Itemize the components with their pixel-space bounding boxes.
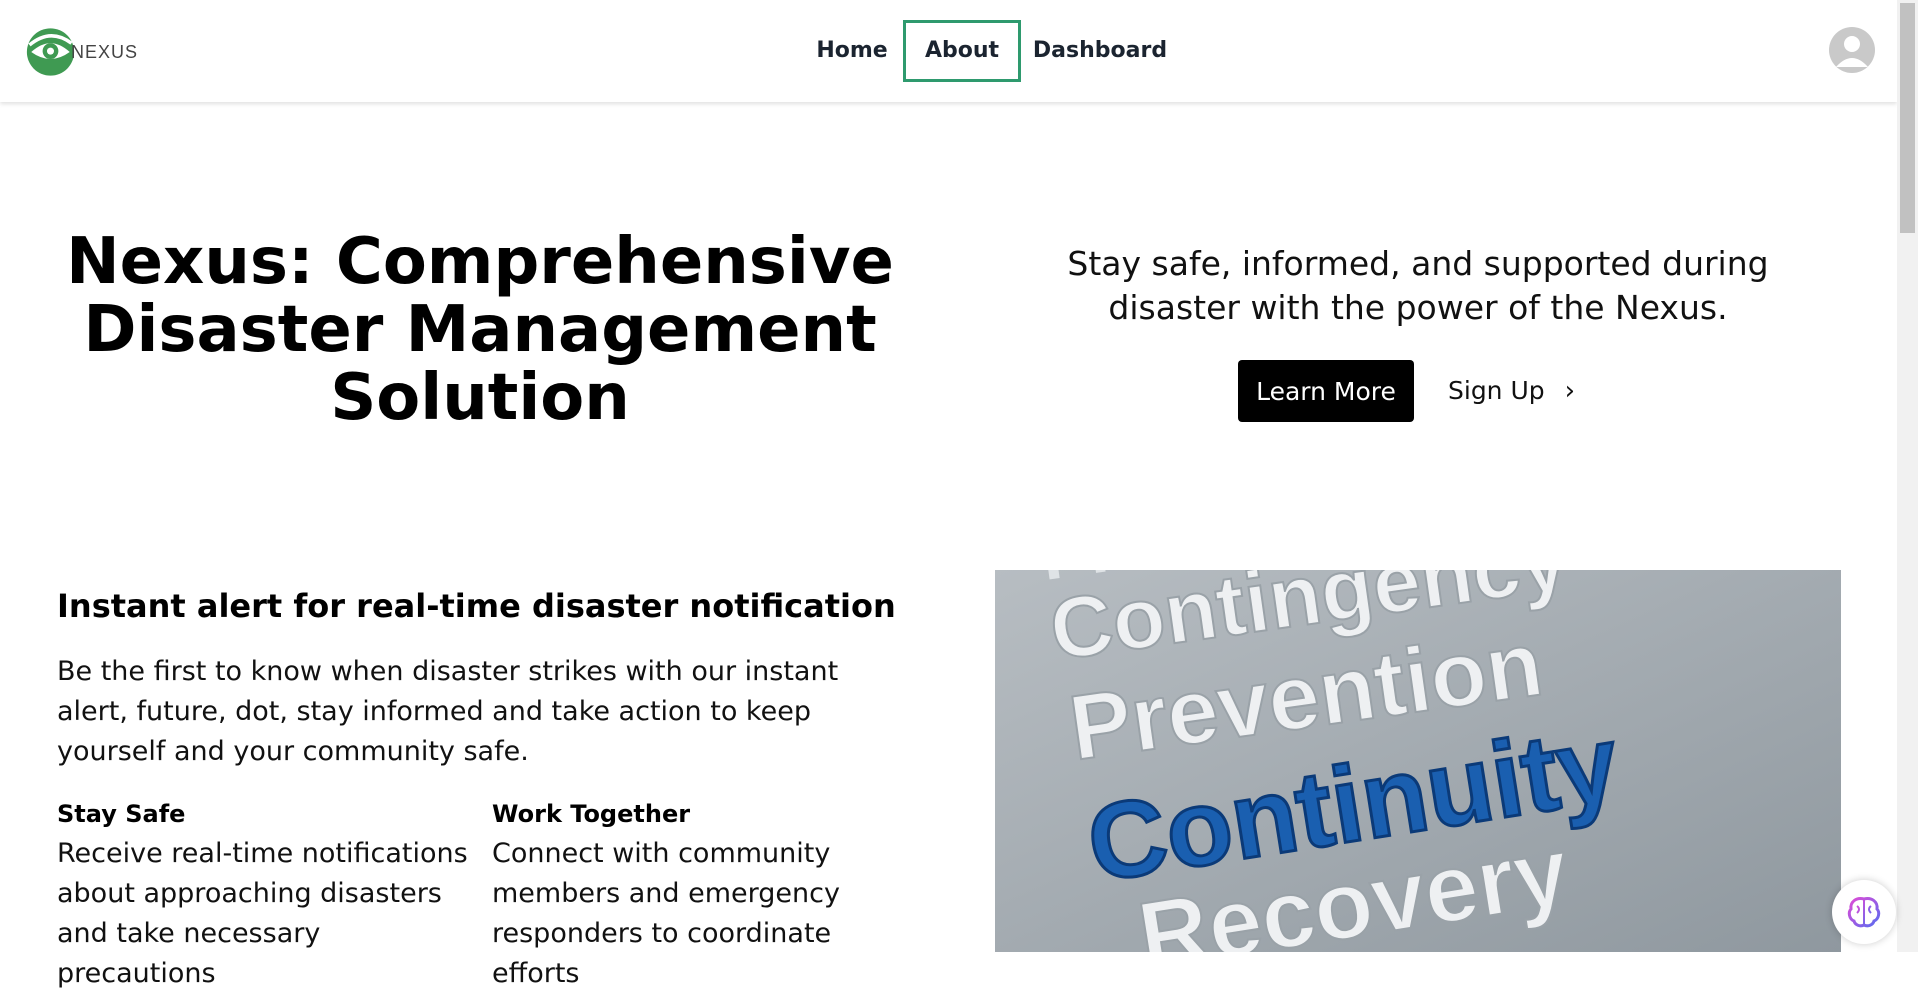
- brain-icon: [1847, 897, 1881, 928]
- column-title: Stay Safe: [57, 800, 186, 828]
- vertical-scrollbar[interactable]: [1897, 0, 1918, 952]
- nav-dashboard[interactable]: Dashboard: [1030, 20, 1170, 82]
- word-cloud-graphic: Planning Contingency Prevention Continui…: [995, 570, 1841, 952]
- sign-up-label: Sign Up: [1448, 376, 1545, 405]
- column-title: Work Together: [492, 800, 691, 828]
- sign-up-button[interactable]: Sign Up ›: [1448, 360, 1575, 422]
- column-text: Receive real-time notifications about ap…: [57, 838, 468, 989]
- user-avatar-icon[interactable]: [1829, 27, 1875, 73]
- learn-more-button[interactable]: Learn More: [1238, 360, 1414, 422]
- column-text: Connect with community members and emerg…: [492, 838, 840, 989]
- nav-home[interactable]: Home: [800, 20, 904, 82]
- feature-description: Be the first to know when disaster strik…: [57, 656, 839, 767]
- main-nav: Home About Dashboard: [0, 20, 1897, 82]
- user-silhouette-icon: [1836, 36, 1868, 67]
- assistant-launcher[interactable]: [1832, 880, 1896, 944]
- feature-heading: Instant alert for real-time disaster not…: [57, 587, 896, 625]
- scrollbar-thumb[interactable]: [1900, 3, 1915, 233]
- hero-tagline: Stay safe, informed, and supported durin…: [1067, 244, 1769, 327]
- hero-title: Nexus: Comprehensive Disaster Management…: [66, 225, 894, 435]
- continuity-word-cloud-image: Planning Contingency Prevention Continui…: [995, 570, 1841, 952]
- feature-column-work-together: Work Together Connect with community mem…: [492, 798, 912, 994]
- nav-about[interactable]: About: [903, 20, 1021, 82]
- feature-column-stay-safe: Stay Safe Receive real-time notification…: [57, 798, 477, 994]
- chevron-right-icon: ›: [1564, 376, 1576, 406]
- navbar: NEXUS Home About Dashboard: [0, 0, 1897, 102]
